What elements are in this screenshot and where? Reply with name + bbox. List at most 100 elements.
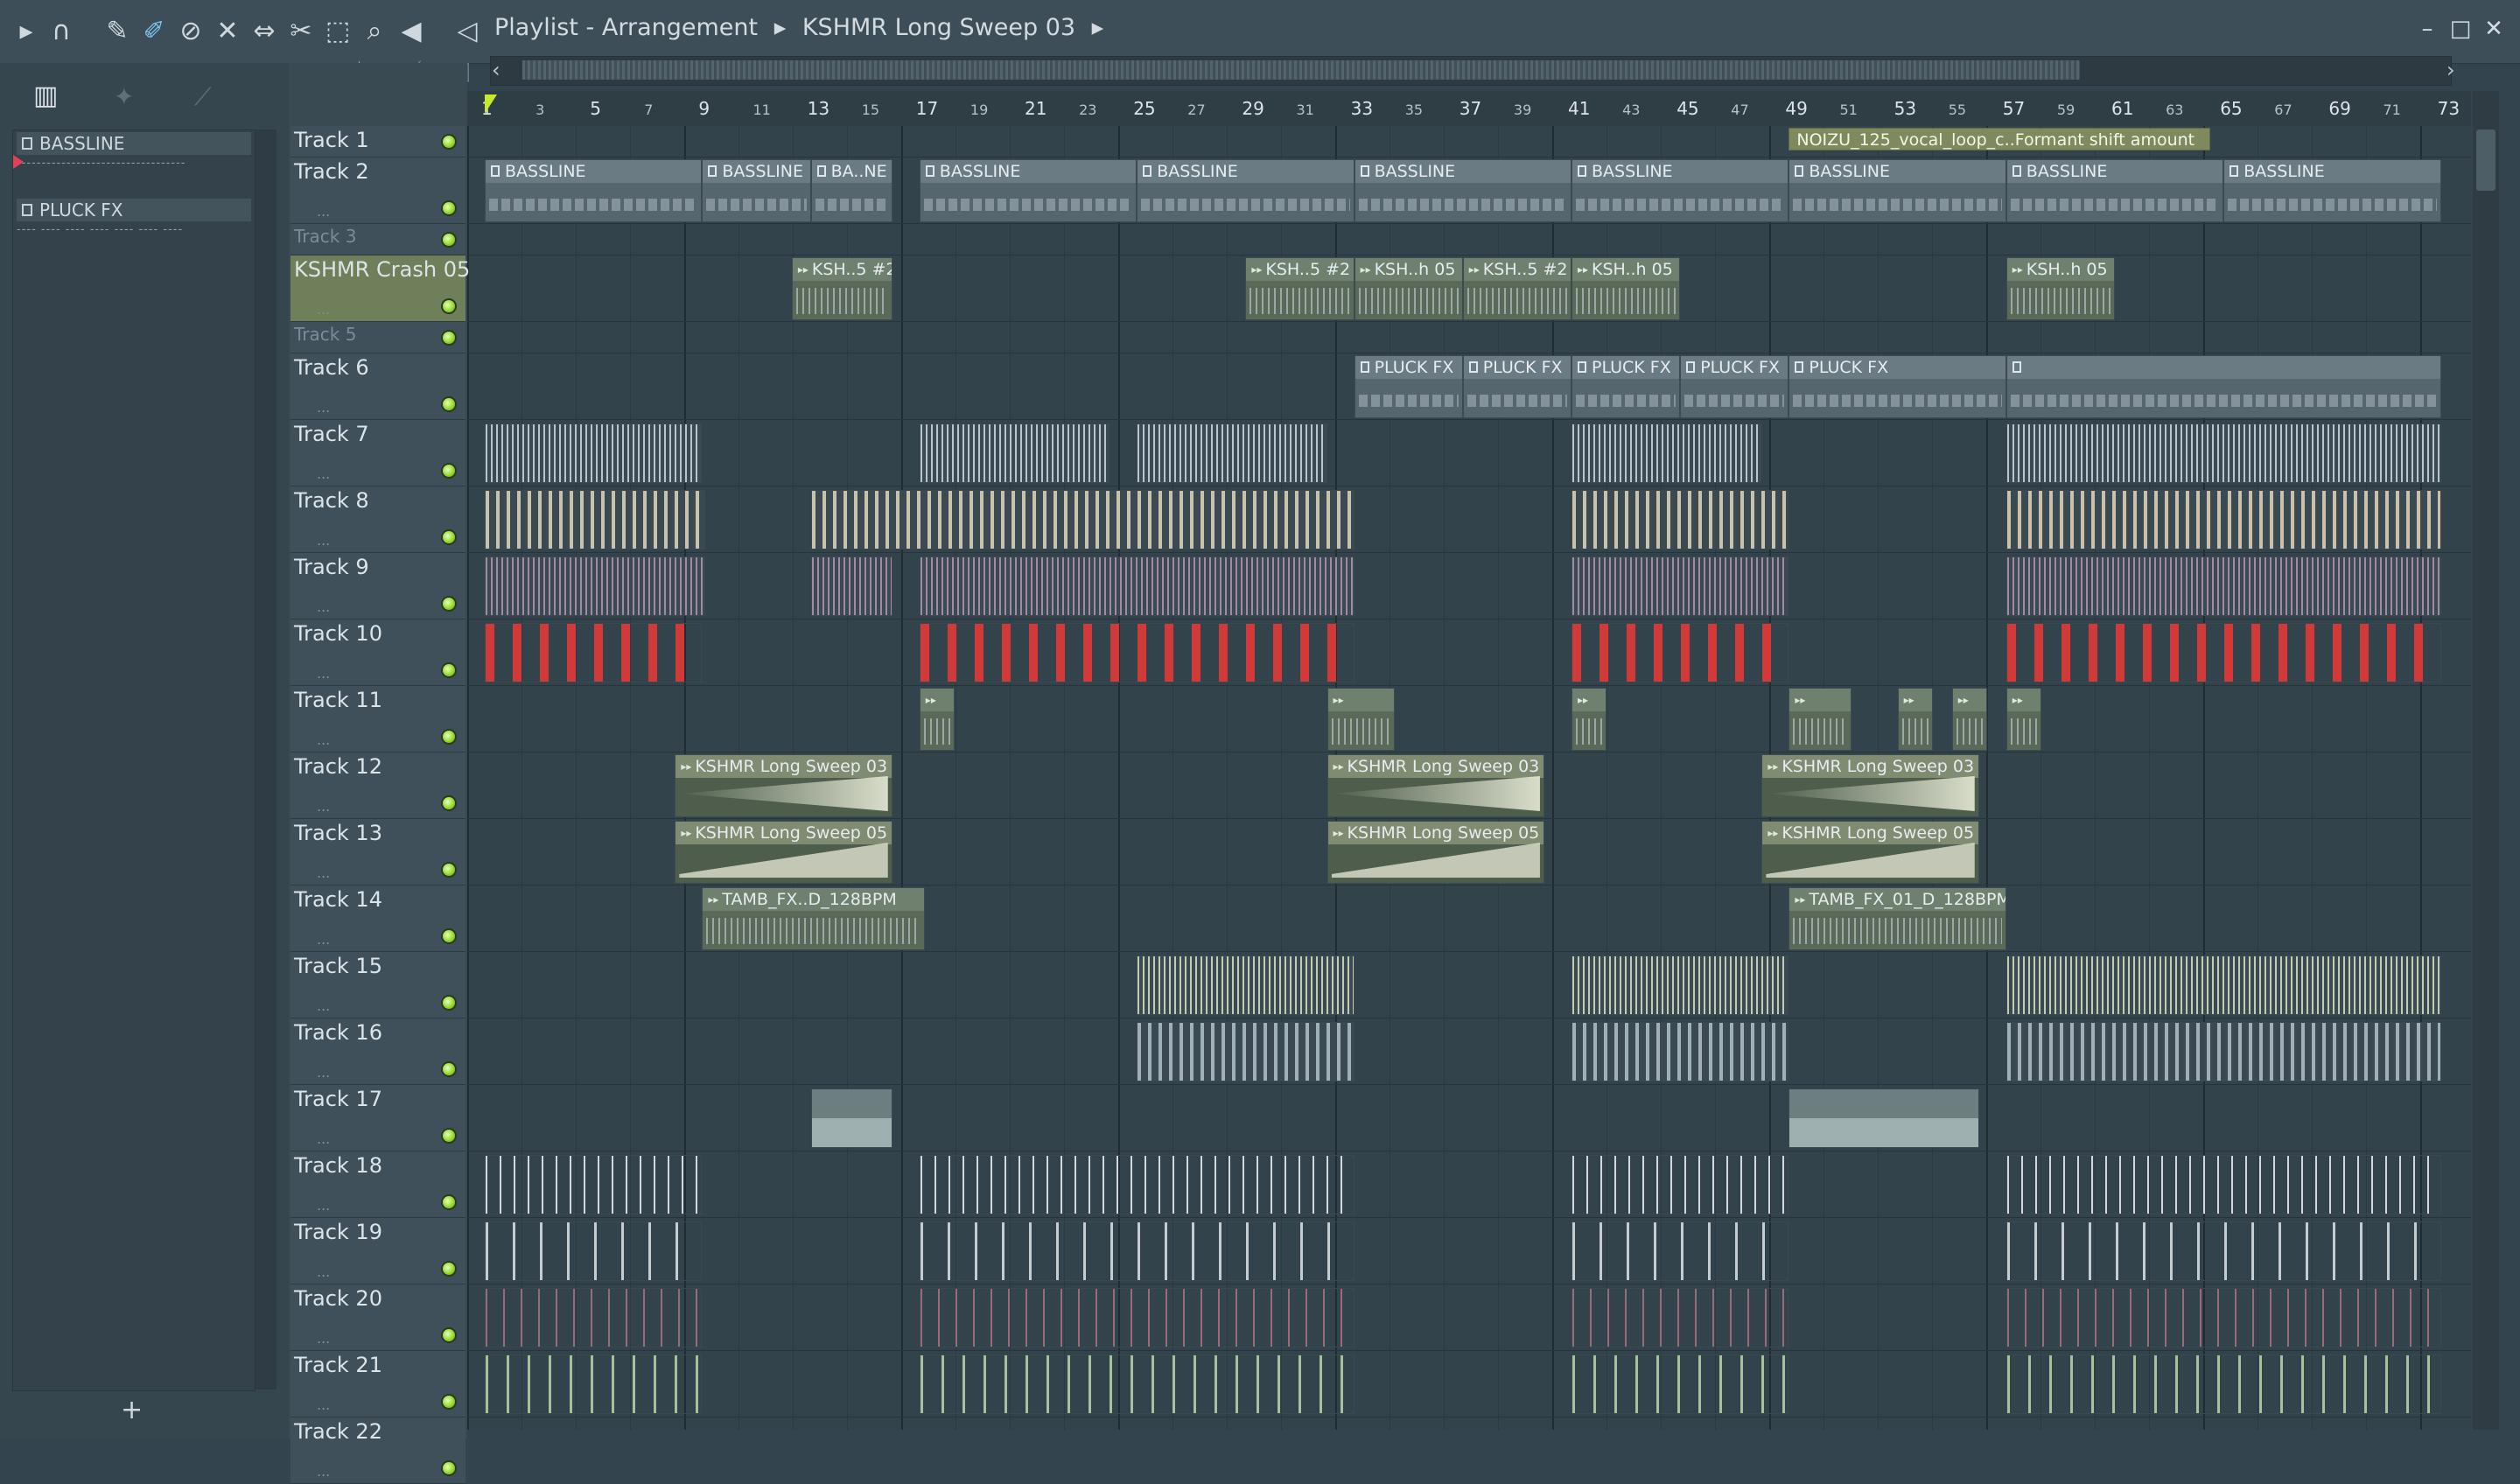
playlist-clip[interactable]: PLUCK FX xyxy=(1462,355,1572,418)
playlist-clip[interactable]: KSHMR Long Sweep 05 xyxy=(675,821,892,884)
track-header[interactable]: Track 10... xyxy=(290,620,466,686)
audio-clip[interactable] xyxy=(919,1155,1354,1214)
audio-clip[interactable] xyxy=(485,556,705,616)
audio-clip[interactable] xyxy=(1788,1088,1979,1148)
add-pattern-button[interactable]: + xyxy=(121,1395,143,1425)
playlist-clip[interactable]: BASSLINE xyxy=(2006,159,2224,222)
audio-clip[interactable] xyxy=(2006,623,2441,682)
track-mute-led-icon[interactable] xyxy=(441,529,457,545)
audio-clip[interactable] xyxy=(1137,424,1327,483)
audio-clip[interactable] xyxy=(485,424,703,483)
slip-icon[interactable]: ⇔ xyxy=(248,16,280,47)
playlist-clip[interactable]: BASSLINE xyxy=(1137,159,1354,222)
track-options-icon[interactable]: ... xyxy=(317,466,330,482)
close-button[interactable]: ✕ xyxy=(2478,16,2510,42)
playlist-clip[interactable]: KSH..5 #2 xyxy=(791,257,892,320)
track-mute-led-icon[interactable] xyxy=(441,928,457,944)
audio-clip[interactable] xyxy=(919,1222,1354,1281)
playlist-clip[interactable]: PLUCK FX xyxy=(1354,355,1463,418)
track-options-icon[interactable]: ... xyxy=(317,665,330,682)
audio-clip[interactable] xyxy=(2006,1288,2441,1348)
playlist-clip[interactable] xyxy=(919,688,956,751)
audio-clip[interactable] xyxy=(485,1222,703,1281)
select-icon[interactable]: ⬚ xyxy=(322,16,354,47)
track-mute-led-icon[interactable] xyxy=(441,995,457,1011)
audio-clip[interactable] xyxy=(1572,956,1789,1015)
playlist-clip[interactable]: BA..NE xyxy=(810,159,892,222)
audio-clip[interactable] xyxy=(1572,556,1789,616)
track-options-icon[interactable]: ... xyxy=(317,1264,330,1280)
playlist-clip[interactable]: KSHMR Long Sweep 05 xyxy=(1326,821,1544,884)
playlist-clip[interactable]: KSH..5 #2 xyxy=(1245,257,1354,320)
track-mute-led-icon[interactable] xyxy=(441,232,457,248)
track-mute-led-icon[interactable] xyxy=(441,1194,457,1210)
audio-clip[interactable] xyxy=(810,490,1354,550)
track-header[interactable]: Track 15... xyxy=(290,952,466,1018)
audio-clip[interactable] xyxy=(2006,1022,2441,1082)
maximize-button[interactable]: □ xyxy=(2445,16,2476,42)
automation-icon[interactable]: ⟋ xyxy=(194,82,212,112)
magnet-icon[interactable]: ∩ xyxy=(46,16,77,47)
track-options-icon[interactable]: ... xyxy=(317,203,330,220)
playlist-clip[interactable]: BASSLINE xyxy=(485,159,703,222)
playlist-clip[interactable]: BASSLINE xyxy=(1788,159,2006,222)
playlist-clip[interactable] xyxy=(1788,688,1852,751)
track-mute-led-icon[interactable] xyxy=(441,134,457,150)
track-options-icon[interactable]: ... xyxy=(317,1463,330,1480)
playlist-clip[interactable]: BASSLINE xyxy=(1354,159,1572,222)
track-header[interactable]: Track 11... xyxy=(290,686,466,752)
track-mute-led-icon[interactable] xyxy=(441,396,457,412)
track-header[interactable]: Track 17... xyxy=(290,1085,466,1152)
track-options-icon[interactable]: ... xyxy=(317,1396,330,1413)
playlist-overview[interactable] xyxy=(490,56,2452,86)
playlist-clip[interactable]: BASSLINE xyxy=(1572,159,1789,222)
audio-clip[interactable] xyxy=(2006,956,2441,1015)
track-header[interactable]: Track 7... xyxy=(290,420,466,486)
audio-clip[interactable] xyxy=(810,1088,892,1148)
audio-clip-icon[interactable]: ✦ xyxy=(114,82,134,111)
track-header[interactable]: Track 14... xyxy=(290,886,466,952)
automation-clip[interactable]: NOIZU_125_vocal_loop_c..Formant shift am… xyxy=(1788,128,2210,150)
track-header[interactable]: Track 8... xyxy=(290,486,466,553)
playlist-clip[interactable]: PLUCK FX xyxy=(1680,355,1789,418)
track-mute-led-icon[interactable] xyxy=(441,596,457,612)
audio-clip[interactable] xyxy=(2006,1155,2441,1214)
title-part[interactable]: KSHMR Long Sweep 03 xyxy=(802,14,1075,41)
zoom-icon[interactable]: ⌕ xyxy=(359,16,390,47)
audio-clip[interactable] xyxy=(1572,1022,1789,1082)
track-header[interactable]: Track 5 xyxy=(290,322,466,354)
track-mute-led-icon[interactable] xyxy=(441,862,457,878)
picker-item-pluck-fx[interactable]: PLUCK FX xyxy=(17,199,251,221)
picker-scrollbar[interactable] xyxy=(256,130,276,1390)
audio-clip[interactable] xyxy=(1572,1155,1789,1214)
audio-clip[interactable] xyxy=(919,424,1110,483)
paint-brush-icon[interactable]: ✐ xyxy=(138,16,170,47)
track-mute-led-icon[interactable] xyxy=(441,662,457,678)
track-mute-led-icon[interactable] xyxy=(441,1061,457,1077)
track-header[interactable]: Track 16... xyxy=(290,1018,466,1085)
speaker-icon[interactable]: ◁ xyxy=(452,16,483,47)
playlist-clip[interactable] xyxy=(2006,688,2042,751)
track-mute-led-icon[interactable] xyxy=(441,330,457,346)
pencil-icon[interactable]: ✎ xyxy=(102,16,133,47)
track-mute-led-icon[interactable] xyxy=(441,1261,457,1277)
track-mute-led-icon[interactable] xyxy=(441,1327,457,1343)
audio-clip[interactable] xyxy=(485,1288,703,1348)
track-header[interactable]: KSHMR Crash 05... xyxy=(290,256,470,322)
track-options-icon[interactable]: ... xyxy=(317,1064,330,1081)
audio-clip[interactable] xyxy=(919,623,1354,682)
track-options-icon[interactable]: ... xyxy=(317,1197,330,1214)
track-options-icon[interactable]: ... xyxy=(317,532,330,549)
playlist-clip[interactable]: TAMB_FX_01_D_128BPM xyxy=(1788,887,2006,950)
playlist-clip[interactable]: PLUCK FX xyxy=(1788,355,2006,418)
minimize-button[interactable]: – xyxy=(2412,16,2443,42)
audio-clip[interactable] xyxy=(2006,556,2441,616)
audio-clip[interactable] xyxy=(1572,490,1789,550)
audio-clip[interactable] xyxy=(1137,1022,1354,1082)
track-options-icon[interactable]: ... xyxy=(317,931,330,948)
audio-clip[interactable] xyxy=(1572,424,1762,483)
track-mute-led-icon[interactable] xyxy=(441,729,457,745)
audio-clip[interactable] xyxy=(485,490,705,550)
breadcrumb-separator[interactable]: ▸ xyxy=(1092,14,1104,41)
playlist-clip[interactable] xyxy=(2006,355,2441,418)
